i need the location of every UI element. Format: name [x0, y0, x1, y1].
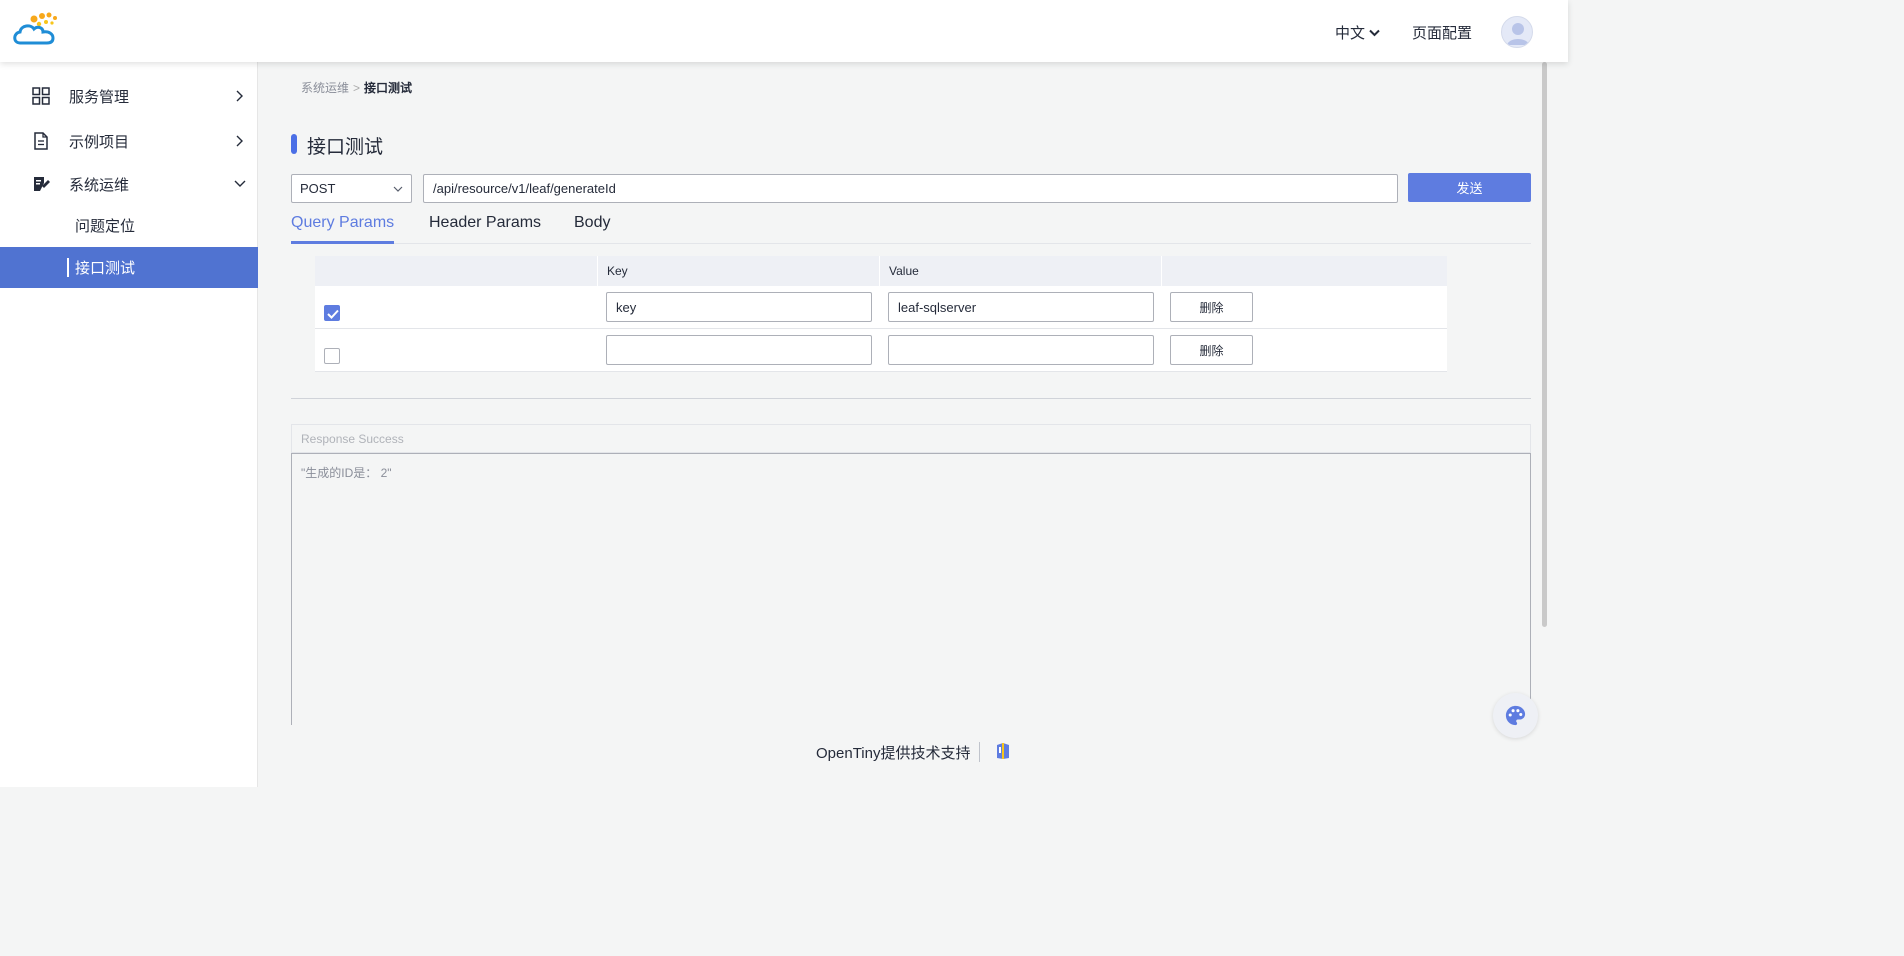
method-select[interactable]: POST	[291, 174, 412, 203]
sidebar-item-label: 示例项目	[69, 133, 130, 151]
footer-divider	[979, 742, 980, 762]
response-body[interactable]: "生成的ID是： 2"	[291, 453, 1531, 725]
ops-icon	[34, 177, 50, 191]
chevron-down-icon	[1369, 29, 1380, 36]
tab-query-params[interactable]: Query Params	[291, 214, 395, 244]
document-icon	[34, 132, 48, 150]
params-tabs: Query Params Header Params Body	[291, 210, 1531, 244]
url-input[interactable]	[423, 174, 1398, 203]
opentiny-logo-icon[interactable]	[995, 742, 1011, 760]
page-config-link[interactable]: 页面配置	[1412, 22, 1472, 43]
title-accent-bar	[291, 134, 297, 154]
method-value: POST	[300, 181, 336, 196]
user-icon	[1507, 23, 1529, 45]
grid-icon	[32, 87, 50, 105]
response-status: Response Success	[291, 424, 1531, 453]
sidebar-item-api-test[interactable]: 接口测试	[0, 247, 258, 288]
chevron-down-icon	[393, 186, 403, 192]
table-header: Key Value	[315, 256, 1447, 286]
table-row: 删除	[315, 286, 1447, 329]
chevron-right-icon	[236, 135, 243, 147]
delete-button[interactable]: 删除	[1170, 292, 1253, 322]
column-header-key: Key	[597, 256, 880, 286]
breadcrumb: 系统运维 > 接口测试	[301, 79, 412, 96]
breadcrumb-separator: >	[353, 81, 361, 95]
avatar[interactable]	[1501, 16, 1533, 48]
row-checkbox[interactable]	[324, 348, 340, 364]
sidebar: 服务管理 示例项目 系统运维 问题定位 接口测试	[0, 62, 258, 787]
top-header: 中文 页面配置	[0, 0, 1568, 62]
sidebar-item-problem-locate[interactable]: 问题定位	[0, 205, 258, 246]
checkmark-icon	[327, 309, 339, 319]
param-key-input[interactable]	[606, 335, 872, 365]
tab-body[interactable]: Body	[574, 214, 610, 244]
tab-header-params[interactable]: Header Params	[429, 214, 541, 244]
sidebar-subitem-label: 接口测试	[75, 260, 136, 277]
language-label: 中文	[1335, 25, 1366, 42]
footer: OpenTiny提供技术支持	[258, 725, 1568, 787]
table-row: 删除	[315, 329, 1447, 372]
sidebar-item-sample-project[interactable]: 示例项目	[0, 119, 258, 163]
main-scrollbar[interactable]	[1542, 62, 1547, 627]
section-divider	[291, 398, 1531, 399]
breadcrumb-current: 接口测试	[364, 81, 413, 95]
column-header-actions	[1161, 256, 1447, 286]
page-title: 接口测试	[307, 137, 384, 158]
chevron-right-icon	[236, 90, 243, 102]
language-selector[interactable]: 中文	[1335, 22, 1380, 43]
param-key-input[interactable]	[606, 292, 872, 322]
theme-button[interactable]	[1493, 693, 1538, 738]
active-indicator	[67, 258, 69, 277]
column-header-value: Value	[879, 256, 1162, 286]
breadcrumb-parent[interactable]: 系统运维	[301, 81, 349, 95]
send-button[interactable]: 发送	[1408, 173, 1531, 202]
delete-button[interactable]: 删除	[1170, 335, 1253, 365]
logo-icon[interactable]	[12, 10, 62, 50]
sidebar-item-label: 系统运维	[69, 176, 130, 194]
param-value-input[interactable]	[888, 335, 1154, 365]
chevron-down-icon	[234, 180, 246, 187]
sidebar-subitem-label: 问题定位	[75, 218, 136, 235]
sidebar-item-service-management[interactable]: 服务管理	[0, 74, 258, 118]
palette-icon	[1505, 705, 1526, 726]
sidebar-item-system-ops[interactable]: 系统运维	[0, 162, 258, 206]
footer-text: OpenTiny提供技术支持	[816, 745, 971, 762]
sidebar-item-label: 服务管理	[69, 88, 130, 106]
row-checkbox[interactable]	[324, 305, 340, 321]
param-value-input[interactable]	[888, 292, 1154, 322]
